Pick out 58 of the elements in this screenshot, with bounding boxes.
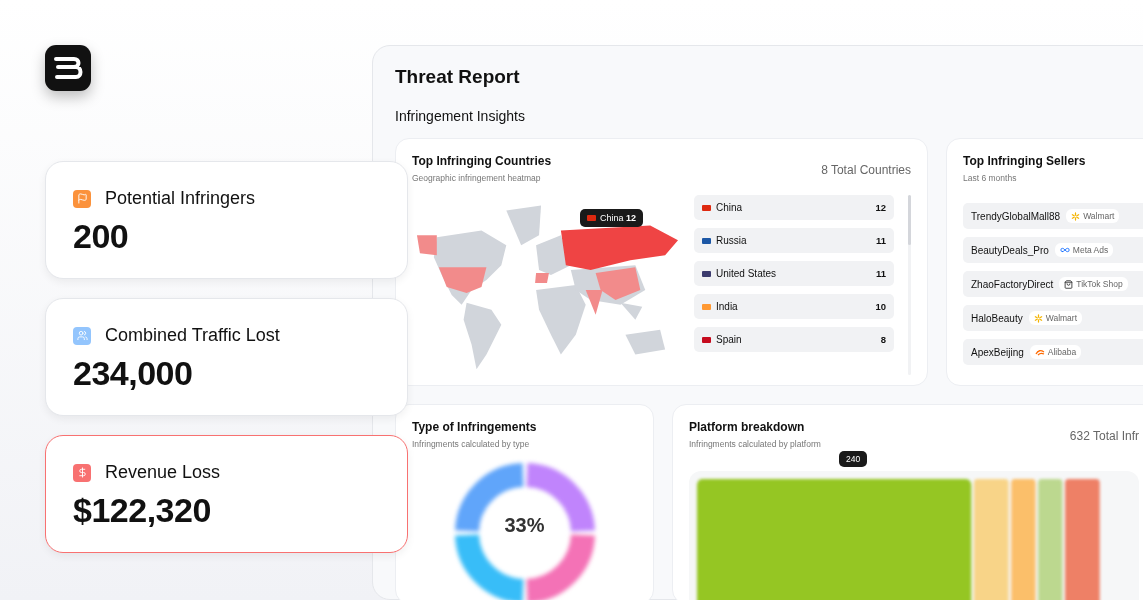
total-count: 8 Total Countries: [821, 163, 911, 179]
platform-label: Walmart: [1083, 211, 1115, 221]
country-count: 8: [880, 334, 886, 345]
country-name: China: [716, 202, 744, 213]
country-count: 11: [875, 235, 886, 246]
country-name: Spain: [716, 334, 743, 345]
country-name: United States: [716, 268, 778, 279]
stat-label: Potential Infringers: [105, 188, 256, 209]
seller-name: ZhaoFactoryDirect: [971, 278, 1054, 290]
platform-label: TikTok Shop: [1076, 279, 1123, 289]
country-row[interactable]: China 12: [694, 195, 894, 220]
stat-label: Revenue Loss: [105, 462, 221, 483]
seller-row[interactable]: HaloBeauty Walmart: [963, 305, 1143, 331]
seller-name: HaloBeauty: [971, 312, 1023, 324]
spark-icon: [1071, 211, 1081, 221]
stat-label: Combined Traffic Lost: [105, 325, 280, 346]
bar-tooltip: 240: [839, 451, 868, 467]
stat-value: $122,320: [73, 491, 212, 530]
tooltip-text: China 12: [600, 213, 637, 223]
card-title: Type of Infringements: [412, 420, 538, 434]
seller-row[interactable]: BeautyDeals_Pro Meta Ads: [963, 237, 1143, 263]
infinity-icon: [1059, 245, 1070, 255]
card-subtitle: Last 6 months: [963, 173, 1018, 183]
country-row[interactable]: Spain 8: [694, 327, 894, 352]
stat-value: 234,000: [73, 354, 194, 393]
card-subtitle: Infringments calculated by type: [412, 439, 531, 449]
card-title: Platform breakdown: [689, 420, 806, 434]
seller-name: TrendyGlobalMall88: [971, 210, 1061, 222]
scrollbar[interactable]: [908, 195, 911, 375]
country-count: 11: [875, 268, 886, 279]
platform-label: Walmart: [1045, 313, 1078, 323]
country-row[interactable]: United States 11: [694, 261, 894, 286]
seller-name: ApexBeijing: [971, 346, 1024, 358]
shopping-bag-icon: [1064, 279, 1074, 289]
section-title: Infringement Insights: [395, 108, 526, 124]
logo-icon: [45, 45, 91, 91]
spark-icon: [1033, 313, 1043, 323]
seller-row[interactable]: ApexBeijing Alibaba: [963, 339, 1143, 365]
country-row[interactable]: India 10: [694, 294, 894, 319]
donut-center-value: 33%: [504, 514, 545, 537]
seller-row[interactable]: ZhaoFactoryDirect TikTok Shop: [963, 271, 1143, 297]
card-subtitle: Infringments calculated by platform: [689, 439, 821, 449]
seller-name: BeautyDeals_Pro: [971, 244, 1049, 256]
platform-label: Alibaba: [1047, 347, 1077, 357]
country-name: India: [716, 301, 739, 312]
country-count: 12: [875, 202, 886, 213]
country-row[interactable]: Russia 11: [694, 228, 894, 253]
card-subtitle: Geographic infringement heatmap: [412, 173, 542, 183]
total-count: 632 Total Infr: [1069, 429, 1139, 445]
card-title: Top Infringing Sellers: [963, 154, 1087, 168]
country-count: 10: [875, 301, 886, 312]
country-name: Russia: [716, 235, 748, 246]
seller-row[interactable]: TrendyGlobalMall88 Walmart: [963, 203, 1143, 229]
stat-value: 200: [73, 217, 130, 256]
swoosh-icon: [1034, 348, 1045, 356]
platform-label: Meta Ads: [1072, 245, 1109, 255]
report-title: Threat Report: [395, 66, 521, 88]
card-title: Top Infringing Countries: [412, 154, 552, 168]
